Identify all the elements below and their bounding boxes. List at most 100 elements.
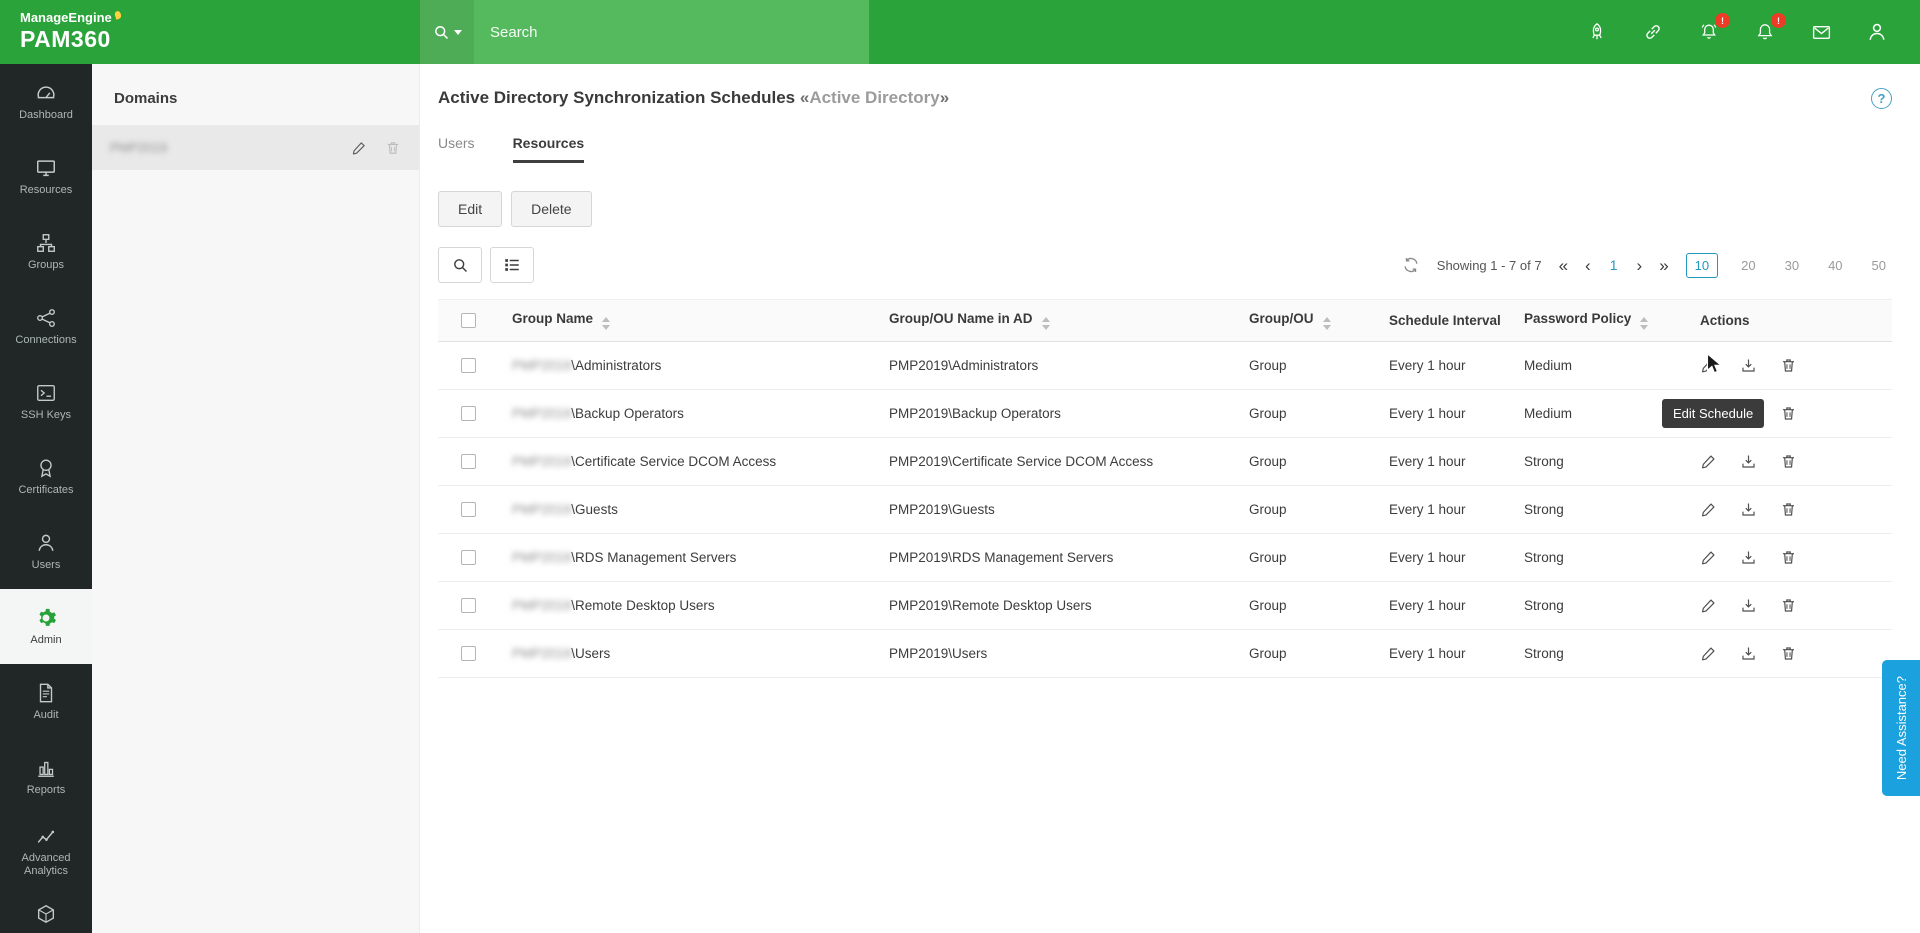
page-size-20[interactable]: 20: [1735, 254, 1761, 277]
row-checkbox[interactable]: [461, 598, 476, 613]
top-header: ManageEngine PAM360 ! !: [0, 0, 1920, 64]
sidebar-item-advanced-analytics[interactable]: Advanced Analytics: [0, 814, 92, 889]
edit-schedule-tooltip: Edit Schedule: [1662, 399, 1764, 428]
schedule-interval: Every 1 hour: [1375, 438, 1510, 486]
profile-icon[interactable]: [1864, 19, 1890, 45]
table-body: PMP2019\Administrators PMP2019\Administr…: [438, 342, 1892, 678]
whats-new-icon[interactable]: [1584, 19, 1610, 45]
sidebar-item-admin[interactable]: Admin: [0, 589, 92, 664]
group-ou-type: Group: [1235, 390, 1375, 438]
edit-schedule-icon[interactable]: [1700, 453, 1717, 470]
page-size-40[interactable]: 40: [1822, 254, 1848, 277]
edit-schedule-icon[interactable]: [1700, 549, 1717, 566]
row-checkbox[interactable]: [461, 454, 476, 469]
sidebar-item-groups[interactable]: Groups: [0, 214, 92, 289]
prev-page-button[interactable]: ‹: [1585, 257, 1591, 274]
download-icon[interactable]: [1740, 357, 1757, 374]
edit-schedule-icon[interactable]: [1700, 597, 1717, 614]
download-icon[interactable]: [1740, 597, 1757, 614]
download-icon[interactable]: [1740, 501, 1757, 518]
tabs: Users Resources: [438, 135, 1892, 163]
quick-links-icon[interactable]: [1640, 19, 1666, 45]
sort-icon[interactable]: [1640, 317, 1648, 330]
col-ad-name[interactable]: Group/OU Name in AD: [889, 311, 1033, 326]
row-checkbox[interactable]: [461, 358, 476, 373]
delete-row-icon[interactable]: [1780, 501, 1797, 518]
current-page: 1: [1608, 257, 1620, 273]
help-icon[interactable]: ?: [1871, 88, 1892, 109]
delete-row-icon[interactable]: [1780, 357, 1797, 374]
sidebar-item-reports[interactable]: Reports: [0, 739, 92, 814]
alarm-icon[interactable]: !: [1696, 19, 1722, 45]
sort-icon[interactable]: [1042, 317, 1050, 330]
delete-row-icon[interactable]: [1780, 549, 1797, 566]
brand-company-text: ManageEngine: [20, 11, 112, 24]
col-group-name[interactable]: Group Name: [512, 311, 593, 326]
sidebar-item-certificates[interactable]: Certificates: [0, 439, 92, 514]
group-ou-type: Group: [1235, 534, 1375, 582]
last-page-button[interactable]: »: [1659, 257, 1668, 274]
gear-icon: [35, 607, 57, 629]
delete-row-icon[interactable]: [1780, 453, 1797, 470]
col-actions: Actions: [1700, 313, 1750, 328]
table-search-button[interactable]: [438, 247, 482, 283]
sidebar-item-ssh-keys[interactable]: SSH Keys: [0, 364, 92, 439]
row-checkbox[interactable]: [461, 550, 476, 565]
select-all-checkbox[interactable]: [461, 313, 476, 328]
password-policy: Strong: [1510, 534, 1686, 582]
page-size-30[interactable]: 30: [1779, 254, 1805, 277]
sidebar-item-partial[interactable]: [0, 889, 92, 933]
redacted-domain-prefix: PMP2019: [512, 502, 571, 517]
search-input[interactable]: [474, 0, 869, 64]
download-icon[interactable]: [1740, 645, 1757, 662]
table-row: PMP2019\Administrators PMP2019\Administr…: [438, 342, 1892, 390]
sort-icon[interactable]: [602, 317, 610, 330]
refresh-icon[interactable]: [1402, 256, 1420, 274]
search-icon[interactable]: [420, 0, 474, 64]
need-assistance-tab[interactable]: Need Assistance?: [1882, 660, 1920, 796]
edit-schedule-icon[interactable]: [1700, 645, 1717, 662]
download-icon[interactable]: [1740, 549, 1757, 566]
table-toolbar: Showing 1 - 7 of 7 « ‹ 1 › » 10 20 30 40…: [438, 247, 1892, 283]
sidebar-item-dashboard[interactable]: Dashboard: [0, 64, 92, 139]
next-page-button[interactable]: ›: [1637, 257, 1643, 274]
sort-icon[interactable]: [1323, 317, 1331, 330]
domain-delete-icon[interactable]: [385, 140, 401, 156]
row-checkbox[interactable]: [461, 502, 476, 517]
global-search: [420, 0, 869, 64]
col-group-ou[interactable]: Group/OU: [1249, 311, 1314, 326]
col-password-policy[interactable]: Password Policy: [1524, 311, 1631, 326]
toolbar-left: [438, 247, 534, 283]
tab-resources[interactable]: Resources: [513, 135, 585, 163]
schedules-table: Group Name Group/OU Name in AD Group/OU …: [438, 299, 1892, 678]
row-checkbox[interactable]: [461, 646, 476, 661]
schedule-interval: Every 1 hour: [1375, 342, 1510, 390]
redacted-domain-prefix: PMP2019: [512, 358, 571, 373]
delete-button[interactable]: Delete: [511, 191, 591, 227]
search-scope-caret-icon: [454, 30, 462, 35]
column-chooser-button[interactable]: [490, 247, 534, 283]
sidebar-item-audit[interactable]: Audit: [0, 664, 92, 739]
sidebar-item-resources[interactable]: Resources: [0, 139, 92, 214]
page-size-10[interactable]: 10: [1686, 253, 1718, 278]
first-page-button[interactable]: «: [1559, 257, 1568, 274]
group-ou-type: Group: [1235, 342, 1375, 390]
sidebar-item-users[interactable]: Users: [0, 514, 92, 589]
edit-button[interactable]: Edit: [438, 191, 502, 227]
notifications-icon[interactable]: !: [1752, 19, 1778, 45]
row-checkbox[interactable]: [461, 406, 476, 421]
edit-schedule-icon[interactable]: [1700, 501, 1717, 518]
tab-users[interactable]: Users: [438, 135, 475, 163]
domain-list-item[interactable]: PMP2019: [92, 125, 419, 170]
col-schedule-interval: Schedule Interval: [1389, 313, 1501, 328]
domain-edit-icon[interactable]: [351, 140, 367, 156]
delete-row-icon[interactable]: [1780, 405, 1797, 422]
pagination-summary: Showing 1 - 7 of 7: [1437, 258, 1542, 273]
delete-row-icon[interactable]: [1780, 597, 1797, 614]
mail-icon[interactable]: [1808, 19, 1834, 45]
sidebar-item-connections[interactable]: Connections: [0, 289, 92, 364]
password-policy: Strong: [1510, 438, 1686, 486]
delete-row-icon[interactable]: [1780, 645, 1797, 662]
page-size-50[interactable]: 50: [1866, 254, 1892, 277]
download-icon[interactable]: [1740, 453, 1757, 470]
